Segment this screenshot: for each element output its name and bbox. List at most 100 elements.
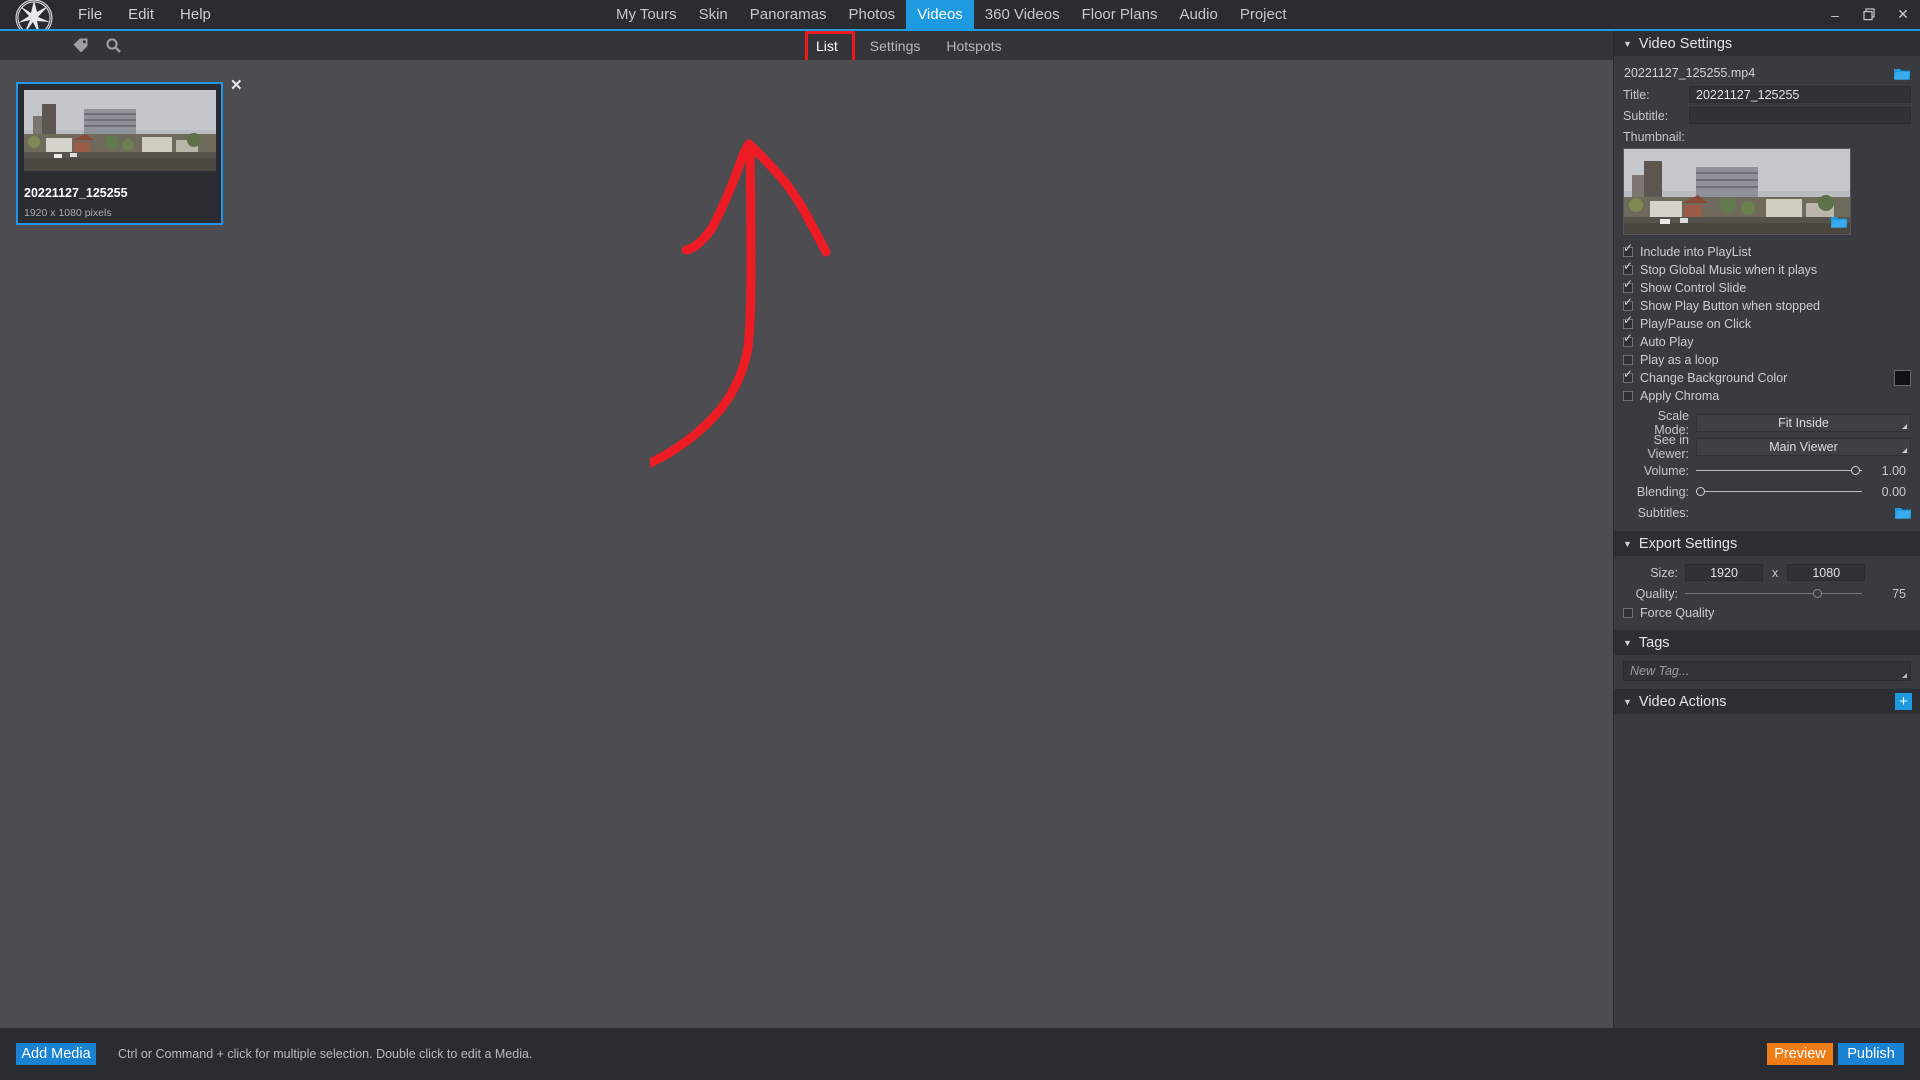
checkbox-apply-chroma[interactable]: Apply Chroma	[1623, 387, 1911, 405]
quality-value[interactable]: 75	[1867, 585, 1911, 602]
subtab-hotspots[interactable]: Hotspots	[946, 38, 1001, 54]
see-in-viewer-dropdown[interactable]: Main Viewer	[1696, 437, 1911, 456]
checkbox-play-as-a-loop[interactable]: Play as a loop	[1623, 351, 1911, 369]
checkbox-icon	[1623, 260, 1633, 275]
search-icon[interactable]	[105, 37, 122, 54]
tab-panoramas[interactable]: Panoramas	[739, 0, 838, 29]
checkbox-include-into-playlist[interactable]: Include into PlayList	[1623, 242, 1911, 261]
checkbox-label: Play as a loop	[1640, 353, 1719, 367]
slider-knob[interactable]	[1851, 465, 1860, 475]
size-width-input[interactable]: 1920	[1685, 564, 1763, 581]
status-actions: Preview Publish	[1767, 1043, 1904, 1065]
subtitles-folder-icon[interactable]	[1895, 506, 1911, 519]
volume-row: Volume: 1.00	[1623, 460, 1911, 481]
slider-knob[interactable]	[1812, 588, 1822, 598]
checkbox-force-quality[interactable]: Force Quality	[1623, 604, 1911, 622]
add-video-action-button[interactable]: +	[1895, 693, 1912, 710]
see-in-viewer-label: See in Viewer:	[1647, 432, 1689, 461]
properties-panel: ▼ Video Settings 20221127_125255.mp4 Tit…	[1613, 31, 1920, 1028]
blending-slider[interactable]	[1696, 483, 1862, 501]
status-hint: Ctrl or Command + click for multiple sel…	[118, 1047, 533, 1061]
tab-360-videos[interactable]: 360 Videos	[974, 0, 1071, 29]
checkbox-icon	[1623, 314, 1633, 329]
section-body-export-settings: Size: 1920 x 1080 Quality: 75 Force Qual…	[1614, 556, 1920, 630]
subtitle-label: Subtitle:	[1623, 108, 1669, 123]
checkbox-change-background-color[interactable]: Change Background Color	[1623, 368, 1911, 387]
size-separator: x	[1772, 565, 1779, 580]
checkbox-play-pause-on-click[interactable]: Play/Pause on Click	[1623, 314, 1911, 333]
red-annotation-arrow	[650, 139, 831, 468]
blending-value[interactable]: 0.00	[1867, 483, 1911, 500]
checkbox-icon	[1623, 391, 1633, 401]
video-file-name: 20221127_125255.mp4	[1624, 66, 1756, 80]
publish-button[interactable]: Publish	[1838, 1043, 1904, 1065]
status-bar: Add Media Ctrl or Command + click for mu…	[0, 1028, 1920, 1080]
sub-toolbar-icons	[72, 31, 122, 60]
chevron-down-icon: ▼	[1623, 696, 1632, 707]
checkbox-label: Auto Play	[1640, 335, 1694, 349]
tab-photos[interactable]: Photos	[837, 0, 906, 29]
volume-slider[interactable]	[1696, 462, 1862, 480]
checkbox-label: Force Quality	[1640, 606, 1715, 620]
slider-track	[1696, 491, 1862, 492]
preview-button[interactable]: Preview	[1767, 1043, 1833, 1065]
sub-tab-bar: List Settings Hotspots	[805, 30, 1002, 67]
menu-file[interactable]: File	[78, 6, 102, 23]
tag-icon[interactable]	[72, 37, 89, 54]
section-title-export-settings: Export Settings	[1638, 535, 1738, 552]
minimize-icon[interactable]: –	[1818, 0, 1852, 29]
thumbnail-preview[interactable]	[1623, 148, 1851, 235]
subtab-list[interactable]: List	[805, 30, 855, 67]
add-media-button[interactable]: Add Media	[16, 1043, 96, 1065]
checkbox-auto-play[interactable]: Auto Play	[1623, 332, 1911, 351]
slider-knob[interactable]	[1696, 486, 1705, 496]
window-controls: – ✕	[1818, 0, 1920, 29]
blending-label: Blending:	[1636, 484, 1689, 499]
scale-mode-row: Scale Mode: Fit Inside	[1623, 409, 1911, 437]
quality-slider[interactable]	[1685, 585, 1862, 603]
background-color-swatch[interactable]	[1894, 370, 1911, 386]
checkbox-show-play-button-when-stopped[interactable]: Show Play Button when stopped	[1623, 296, 1911, 315]
folder-icon[interactable]	[1894, 67, 1910, 80]
tab-project[interactable]: Project	[1229, 0, 1298, 29]
chevron-down-icon: ▼	[1623, 637, 1632, 648]
tab-floor-plans[interactable]: Floor Plans	[1071, 0, 1169, 29]
checkbox-label: Include into PlayList	[1640, 245, 1752, 259]
checkbox-icon	[1623, 296, 1633, 311]
section-header-video-settings[interactable]: ▼ Video Settings	[1614, 31, 1920, 56]
checkbox-stop-global-music[interactable]: Stop Global Music when it plays	[1623, 260, 1911, 279]
section-header-export-settings[interactable]: ▼ Export Settings	[1614, 531, 1920, 556]
subtitles-label: Subtitles:	[1637, 505, 1689, 520]
media-card[interactable]: 20221127_125255 1920 x 1080 pixels ✕	[16, 77, 243, 225]
size-height-input[interactable]: 1080	[1787, 564, 1866, 581]
section-title-tags: Tags	[1638, 634, 1670, 651]
subtab-settings[interactable]: Settings	[870, 38, 921, 54]
restore-icon[interactable]	[1852, 0, 1886, 29]
tab-my-tours[interactable]: My Tours	[605, 0, 688, 29]
checkbox-show-control-slide[interactable]: Show Control Slide	[1623, 278, 1911, 297]
section-title-video-settings: Video Settings	[1638, 35, 1733, 52]
media-canvas[interactable]: 20221127_125255 1920 x 1080 pixels ✕	[0, 60, 1613, 1028]
volume-value[interactable]: 1.00	[1867, 462, 1911, 479]
slider-track	[1696, 470, 1862, 471]
new-tag-input[interactable]: New Tag...	[1623, 661, 1911, 681]
scale-mode-dropdown[interactable]: Fit Inside	[1696, 413, 1911, 432]
section-header-tags[interactable]: ▼ Tags	[1614, 630, 1920, 655]
subtitle-input[interactable]	[1689, 107, 1911, 124]
tab-videos[interactable]: Videos	[906, 0, 974, 29]
menu-help[interactable]: Help	[180, 6, 211, 23]
tab-audio[interactable]: Audio	[1168, 0, 1228, 29]
title-input[interactable]: 20221127_125255	[1689, 86, 1911, 103]
checkbox-label: Apply Chroma	[1640, 389, 1720, 403]
section-header-video-actions[interactable]: ▼ Video Actions +	[1614, 689, 1920, 714]
thumbnail-folder-icon[interactable]	[1831, 215, 1847, 231]
media-remove-icon[interactable]: ✕	[230, 76, 243, 94]
size-label: Size:	[1650, 565, 1678, 580]
title-row: Title: 20221127_125255	[1623, 84, 1911, 105]
close-icon[interactable]: ✕	[1886, 0, 1920, 29]
checkbox-label: Stop Global Music when it plays	[1640, 263, 1818, 277]
media-thumbnail	[24, 90, 216, 171]
tab-skin[interactable]: Skin	[688, 0, 739, 29]
size-row: Size: 1920 x 1080	[1623, 562, 1911, 583]
menu-edit[interactable]: Edit	[128, 6, 154, 23]
